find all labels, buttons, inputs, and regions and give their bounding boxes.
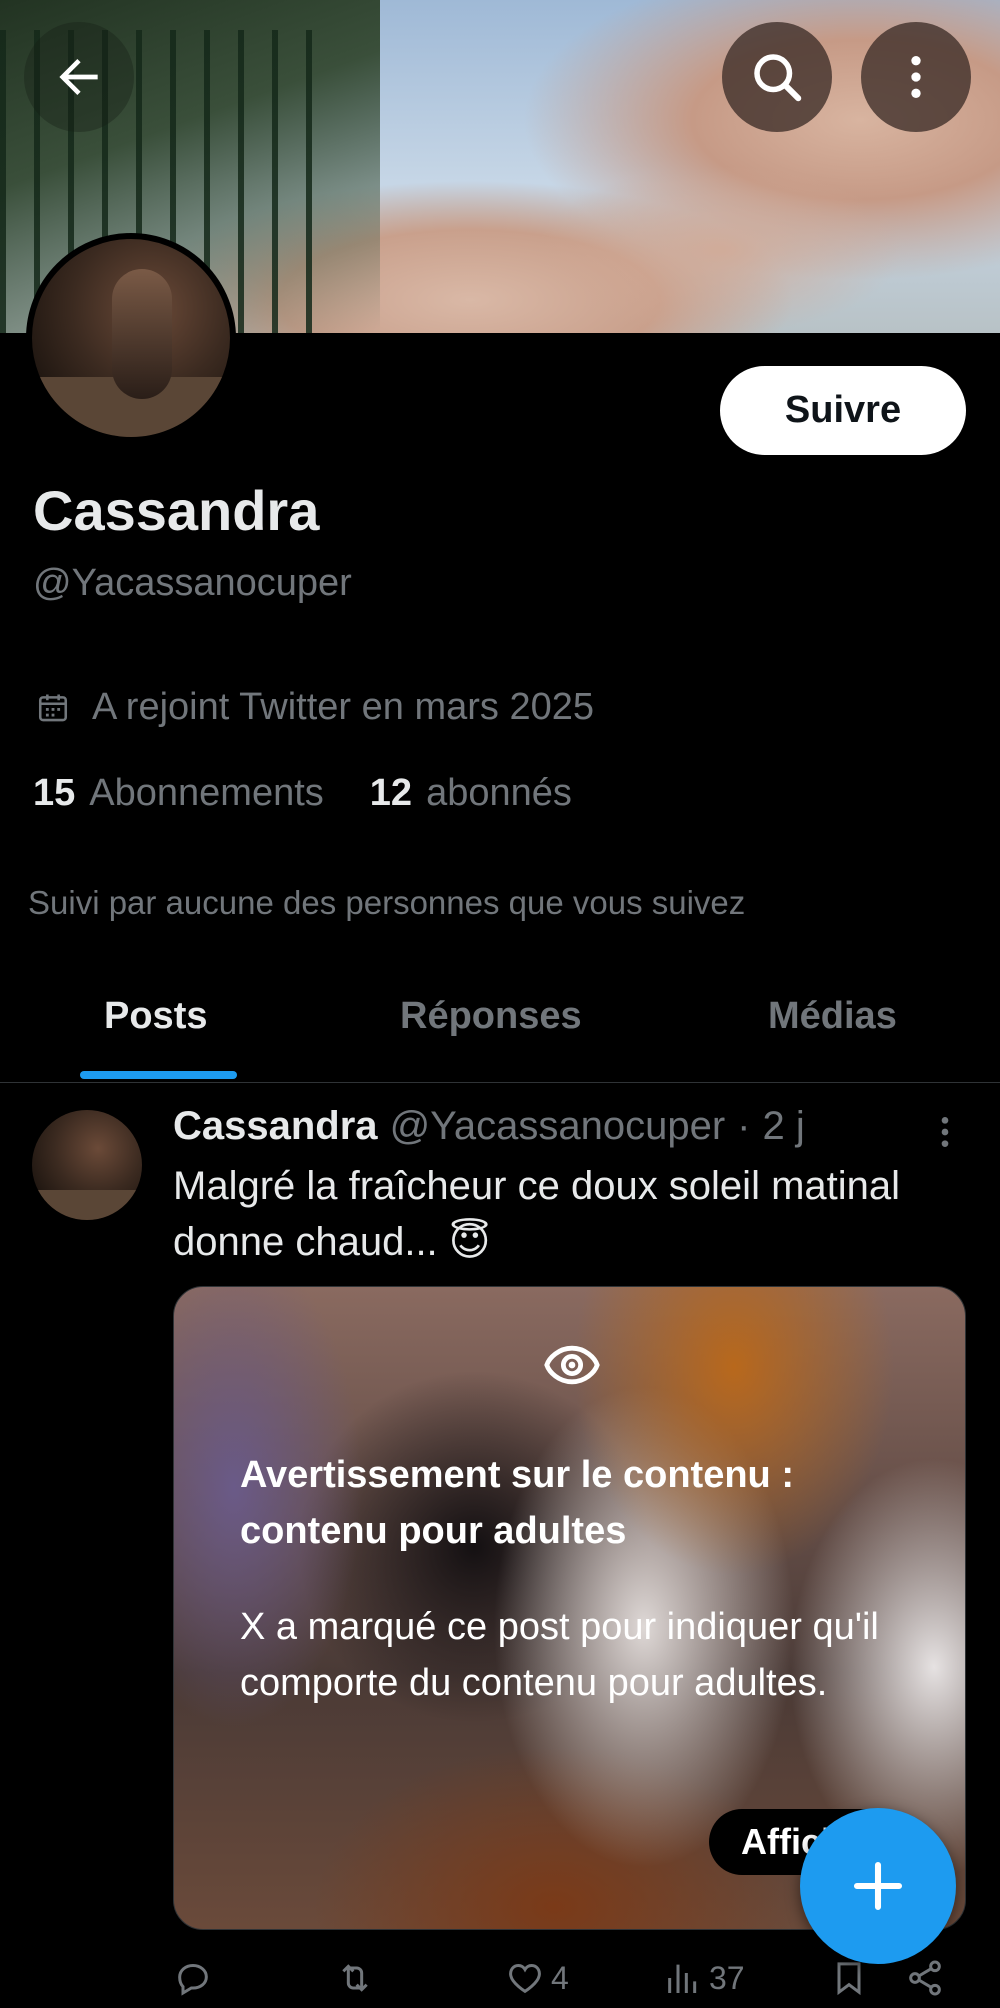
profile-tabs: Posts Réponses Médias — [0, 965, 1000, 1083]
post-author-name[interactable]: Cassandra — [173, 1104, 378, 1149]
post-avatar[interactable] — [32, 1110, 142, 1220]
share-button[interactable] — [905, 1958, 945, 1998]
reply-icon — [178, 1963, 208, 1996]
like-count: 4 — [551, 1959, 569, 1996]
bar-chart-icon — [668, 1964, 697, 1993]
followers-stat[interactable]: 12 abonnés — [370, 772, 572, 815]
post-time[interactable]: 2 j — [763, 1104, 805, 1149]
more-options-button[interactable] — [861, 22, 971, 132]
compose-post-button[interactable] — [800, 1808, 956, 1964]
bookmark-button[interactable] — [829, 1958, 869, 1998]
content-warning-title: Avertissement sur le contenu : contenu p… — [240, 1454, 794, 1552]
joined-text: A rejoint Twitter en mars 2025 — [92, 686, 594, 728]
content-warning-body: X a marqué ce post pour indiquer qu'il c… — [240, 1606, 879, 1704]
followers-count: 12 — [369, 772, 413, 814]
joined-date: A rejoint Twitter en mars 2025 — [36, 686, 594, 729]
tab-replies[interactable]: Réponses — [400, 995, 582, 1038]
heart-icon — [509, 1963, 541, 1994]
profile-handle: @Yacassanocuper — [33, 562, 352, 604]
share-icon — [909, 1960, 941, 1996]
profile-name: Cassandra — [33, 479, 320, 542]
avatar-figure — [112, 269, 172, 399]
following-label: Abonnements — [89, 772, 324, 814]
post-author-handle[interactable]: @Yacassanocuper — [390, 1104, 726, 1149]
like-button[interactable]: 4 — [505, 1958, 569, 1998]
followers-label: abonnés — [426, 772, 572, 814]
repost-icon — [342, 1964, 368, 1992]
reply-button[interactable] — [173, 1958, 213, 1998]
views-button[interactable]: 37 — [663, 1958, 745, 1998]
repost-button[interactable] — [333, 1958, 377, 1998]
tab-posts[interactable]: Posts — [104, 995, 207, 1038]
followed-by-text: Suivi par aucune des personnes que vous … — [28, 884, 746, 921]
arrow-left-icon — [59, 59, 98, 95]
search-button[interactable] — [722, 22, 832, 132]
following-stat[interactable]: 15 Abonnements — [33, 772, 324, 815]
post-text: Malgré la fraîcheur ce doux soleil matin… — [173, 1164, 901, 1264]
follow-stats: 15 Abonnements 12 abonnés — [33, 772, 572, 815]
follow-button[interactable]: Suivre — [720, 366, 966, 455]
post-separator: · — [737, 1104, 751, 1148]
post-actions: 4 37 — [173, 1958, 973, 2008]
post-header: Cassandra @Yacassanocuper · 2 j — [173, 1104, 805, 1149]
more-vertical-icon — [941, 1117, 949, 1147]
search-icon — [754, 54, 802, 102]
more-vertical-icon — [911, 56, 921, 98]
post-avatar-floor — [32, 1190, 142, 1220]
plus-icon — [853, 1861, 903, 1911]
back-button[interactable] — [24, 22, 134, 132]
profile-avatar[interactable] — [26, 233, 236, 443]
views-count: 37 — [709, 1959, 745, 1996]
post-more-button[interactable] — [930, 1112, 960, 1157]
bookmark-icon — [837, 1962, 861, 1996]
tab-active-indicator — [80, 1071, 237, 1079]
following-count: 15 — [33, 772, 76, 814]
calendar-icon — [38, 694, 68, 721]
tab-media[interactable]: Médias — [768, 995, 897, 1038]
eye-icon — [544, 1345, 600, 1385]
